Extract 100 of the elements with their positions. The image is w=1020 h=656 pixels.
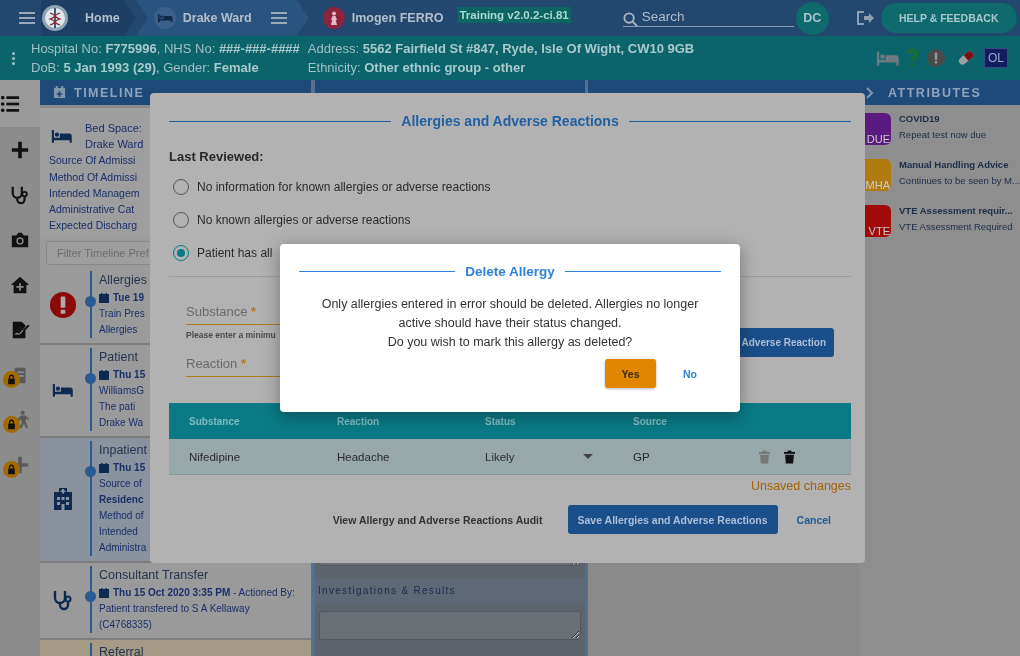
timeline-dot <box>85 296 96 308</box>
attribute-title: COVID19 <box>899 113 941 124</box>
side-nav-item[interactable] <box>0 80 40 127</box>
patient-detail: Address: 5562 Fairfield St #847, Ryde, Isle Of Wight, CW10 9GB <box>307 41 695 56</box>
timeline-dot <box>85 373 96 385</box>
alert-icon[interactable] <box>924 49 948 67</box>
table-cell-text: Headache <box>336 450 391 463</box>
ward-breadcrumb[interactable]: Drake Ward <box>135 0 309 36</box>
house-plus-icon <box>10 274 30 295</box>
dialog-title: Delete Allergy <box>465 263 555 279</box>
patient-detail: DoB: 5 Jan 1993 (29), Gender: Female <box>31 60 260 75</box>
menu-icon[interactable] <box>270 12 287 24</box>
attribute-subtitle: VTE Assessment Required <box>899 221 1013 232</box>
entry-title: Consultant Transfer <box>99 567 209 585</box>
unsaved-changes-text: Unsaved changes <box>750 479 851 493</box>
hospital-icon <box>51 487 74 510</box>
field-label: Investigations & Results <box>318 585 456 596</box>
dialog-message: active should have their status changed. <box>398 315 622 332</box>
chevron-icon[interactable] <box>866 86 874 99</box>
list-icon <box>0 93 20 114</box>
timeline-dot <box>85 591 96 603</box>
entry-text: Administra <box>99 541 147 556</box>
calendar-icon <box>99 293 109 304</box>
entry-title: Referral <box>99 644 144 656</box>
attribute-subtitle: Continues to be seen by M... <box>899 175 1020 186</box>
patient-breadcrumb[interactable]: Imogen FERRO <box>308 0 444 36</box>
yes-button[interactable]: Yes <box>605 359 656 388</box>
panel-title: TIMELINE <box>74 85 145 100</box>
radio-label[interactable]: No known allergies or adverse reactions <box>197 213 411 227</box>
admission-detail: Administrative Cat <box>49 202 135 217</box>
entry-text: Method of <box>99 509 144 524</box>
entry-text: Intended <box>99 525 138 540</box>
search-icon <box>622 12 638 27</box>
alert-icon <box>48 290 77 319</box>
entry-title: Inpatient <box>99 442 147 460</box>
dialog-title: Allergies and Adverse Reactions <box>401 113 619 129</box>
cancel-button[interactable]: Cancel <box>796 513 831 526</box>
entry-text: WilliamsG <box>99 384 144 399</box>
patient-detail: Hospital No: F775996, NHS No: ###-###-#### <box>31 41 300 56</box>
help-feedback-button[interactable]: HELP & FEEDBACK <box>880 3 1017 33</box>
entry-text: (C4768335) <box>99 618 152 633</box>
attribute-title: Manual Handling Advice <box>899 159 1010 170</box>
version-label: Training v2.0.2-ci.81 <box>457 7 571 23</box>
save-button[interactable]: Save Allergies and Adverse Reactions <box>567 505 778 534</box>
trash-icon[interactable] <box>784 449 795 464</box>
menu-icon[interactable] <box>19 12 35 24</box>
radio-label[interactable]: Patient has all <box>197 246 273 260</box>
bed-space-text: Drake Ward <box>85 137 144 153</box>
calendar-icon <box>99 463 109 474</box>
table-cell-text: GP <box>632 450 651 463</box>
entry-text: Train Pres <box>99 307 145 322</box>
stethoscope-icon <box>10 184 30 205</box>
entry-date: Thu 15 <box>113 461 146 476</box>
bed-icon <box>153 7 176 29</box>
bed-icon <box>51 128 73 145</box>
admission-detail: Intended Managem <box>49 185 140 201</box>
no-button[interactable]: No <box>683 367 697 380</box>
entry-text: Patient transfered to S A Kellaway <box>99 602 250 617</box>
admission-detail: Expected Discharg <box>49 218 138 234</box>
logo-icon <box>41 4 69 32</box>
entry-date: Thu 15 Oct 2020 3:35 PM - Actioned By: <box>113 586 295 601</box>
entry-title: Allergies <box>99 272 147 290</box>
patient-detail: Ethnicity: Other ethnic group - other <box>307 60 527 75</box>
audit-link[interactable]: View Allergy and Adverse Reactions Audit <box>332 513 543 526</box>
initials-badge[interactable]: OL <box>984 48 1008 68</box>
plus-icon <box>10 139 30 160</box>
search-field[interactable]: Search <box>622 9 794 27</box>
notes-field[interactable] <box>319 611 581 640</box>
radio-label[interactable]: No information for known allergies or adverse reactions <box>197 180 491 194</box>
entry-text: Allergies <box>99 323 138 338</box>
admission-detail: Source Of Admissi <box>49 153 136 169</box>
calendar-icon <box>53 86 66 99</box>
column-header: Source <box>632 415 668 427</box>
logout-icon[interactable] <box>854 9 875 27</box>
status-dropdown[interactable]: Likely <box>465 450 613 463</box>
panel-title: ATTRIBUTES <box>888 85 982 100</box>
last-reviewed-label: Last Reviewed: <box>169 149 265 164</box>
helper-text: Please enter a minimu <box>186 330 277 340</box>
column-header: Substance <box>188 415 241 427</box>
timeline-dot <box>85 466 96 478</box>
entry-date: Thu 15 <box>113 368 146 383</box>
entry-title: Patient <box>99 349 138 367</box>
calendar-icon <box>99 588 109 599</box>
calendar-icon <box>99 370 109 381</box>
attribute-title: VTE Assessment requir... <box>899 205 1013 216</box>
entry-text: The pati <box>99 400 136 415</box>
table-cell-text: Nifedipine <box>188 450 242 463</box>
admission-detail: Method Of Admissi <box>49 169 138 185</box>
entry-date: Tue 19 <box>113 291 144 306</box>
home-breadcrumb[interactable]: Home <box>41 0 136 36</box>
entry-text: Drake Wa <box>99 416 144 431</box>
column-header: Reaction <box>336 415 381 427</box>
bed-space-text: Bed Space: <box>85 121 142 136</box>
dialog-message: Do you wish to mark this allergy as deleted? <box>387 334 633 351</box>
entry-text: Residenc <box>99 493 144 508</box>
more-icon[interactable] <box>12 51 15 65</box>
column-header: Status <box>484 415 517 427</box>
user-avatar[interactable]: DC <box>795 1 829 35</box>
dialog-message: Only allergies entered in error should be deleted. Allergies no longer <box>321 296 699 313</box>
caret-icon <box>583 454 593 459</box>
